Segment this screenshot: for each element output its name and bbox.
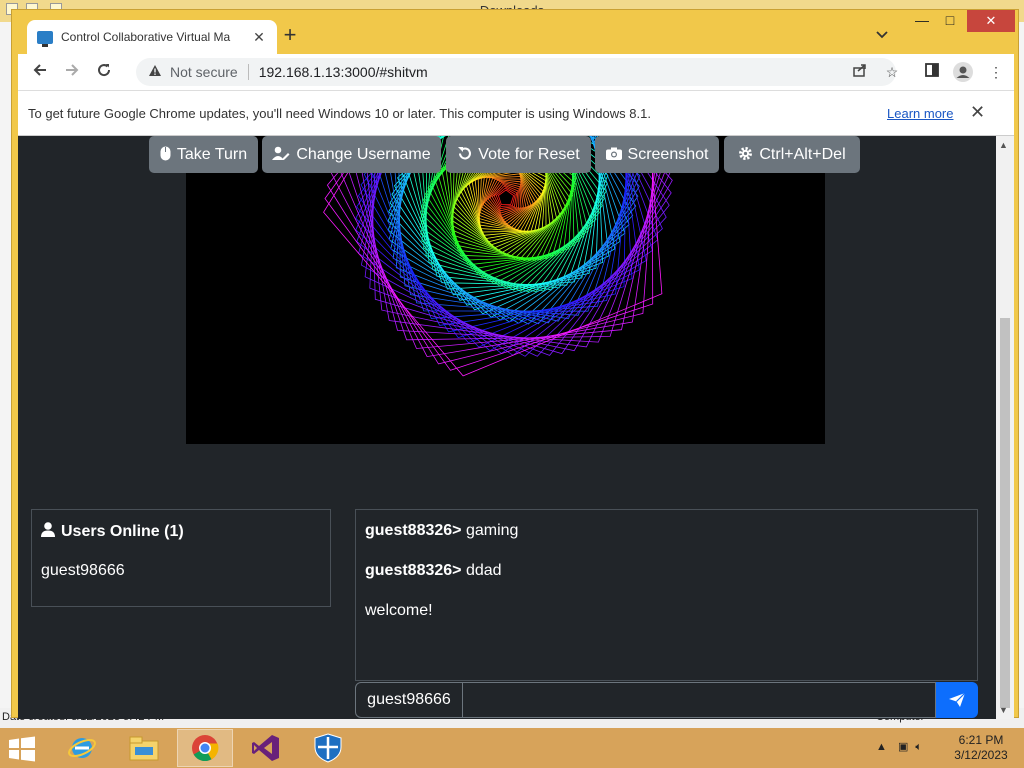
minimize-button[interactable]: — — [908, 12, 936, 28]
browser-tab[interactable]: Control Collaborative Virtual Ma ✕ — [27, 20, 277, 54]
file-explorer-icon[interactable] — [116, 729, 172, 767]
camera-icon — [605, 147, 622, 163]
chat-message: guest88326> gaming — [365, 522, 518, 540]
chat-message: guest88326> ddad — [365, 562, 502, 580]
ctrl-alt-del-label: Ctrl+Alt+Del — [759, 145, 846, 163]
tab-strip: Control Collaborative Virtual Ma ✕ + — □… — [12, 10, 1018, 54]
star-icon[interactable]: ☆ — [882, 62, 902, 82]
taskbar-clock[interactable]: 6:21 PM 3/12/2023 — [946, 733, 1016, 763]
maximize-button[interactable]: □ — [936, 12, 964, 28]
chat-username-label: guest98666 — [355, 682, 463, 718]
mouse-icon — [160, 146, 171, 164]
scroll-down-icon[interactable]: ▼ — [999, 705, 1008, 715]
take-turn-button[interactable]: Take Turn — [149, 136, 258, 173]
chrome-window: Control Collaborative Virtual Ma ✕ + — □… — [11, 9, 1019, 719]
new-tab-button[interactable]: + — [278, 24, 302, 48]
clock-time: 6:21 PM — [958, 733, 1004, 747]
user-edit-icon — [272, 146, 290, 164]
send-button[interactable] — [936, 682, 978, 718]
defender-icon[interactable] — [300, 729, 356, 767]
side-panel-icon[interactable] — [922, 62, 942, 82]
internet-explorer-icon[interactable] — [54, 729, 110, 767]
omnibox-divider — [247, 64, 249, 80]
user-list-item[interactable]: guest98666 — [41, 562, 125, 580]
monitor-icon — [37, 30, 53, 47]
ctrl-alt-del-button[interactable]: Ctrl+Alt+Del — [724, 136, 860, 173]
windows-start-button[interactable] — [8, 736, 40, 762]
users-online-header: Users Online (1) — [41, 522, 184, 542]
vote-reset-label: Vote for Reset — [478, 145, 580, 163]
chat-message-user: guest88326> — [365, 562, 462, 579]
visual-studio-icon[interactable] — [238, 729, 294, 767]
warning-icon — [148, 64, 162, 80]
kebab-menu-icon[interactable]: ⋮ — [986, 62, 1006, 82]
infobar-close-icon[interactable]: ✕ — [970, 102, 985, 123]
chat-message-text: ddad — [461, 562, 502, 579]
forward-button[interactable] — [60, 60, 84, 84]
security-label: Not secure — [170, 64, 238, 80]
profile-avatar-icon[interactable] — [953, 62, 973, 82]
chat-message-user: guest88326> — [365, 522, 462, 539]
users-online-title: Users Online (1) — [61, 523, 184, 540]
page-content: Take Turn Change Username Vote for Reset… — [18, 136, 996, 719]
address-bar[interactable]: Not secure 192.168.1.13:3000/#shitvm — [136, 58, 896, 86]
rotate-left-icon — [457, 146, 472, 164]
chat-message-text: welcome! — [365, 602, 433, 619]
browser-toolbar: Not secure 192.168.1.13:3000/#shitvm ☆ ⋮ — [18, 54, 1014, 90]
network-icon[interactable]: ▣ — [898, 741, 908, 753]
arrow-right-icon — [66, 64, 79, 76]
chat-log: guest88326> gaming guest88326> ddad welc… — [355, 509, 978, 681]
reload-button[interactable] — [92, 60, 116, 84]
arrow-left-icon — [33, 64, 46, 76]
chat-input-group: guest98666 — [355, 682, 978, 719]
send-icon — [949, 692, 966, 707]
tab-title: Control Collaborative Virtual Ma — [61, 30, 231, 44]
users-online-panel: Users Online (1) guest98666 — [31, 509, 331, 607]
vm-display[interactable] — [186, 136, 825, 444]
chat-message: welcome! — [365, 602, 433, 620]
infobar-message: To get future Google Chrome updates, you… — [28, 106, 651, 121]
tab-close-icon[interactable]: ✕ — [251, 29, 267, 46]
url-text[interactable]: 192.168.1.13:3000/#shitvm — [259, 64, 428, 80]
clock-date: 3/12/2023 — [954, 748, 1008, 762]
take-turn-label: Take Turn — [176, 145, 248, 163]
change-username-button[interactable]: Change Username — [262, 136, 441, 173]
scrollbar-thumb[interactable] — [1000, 318, 1010, 708]
reload-icon — [98, 64, 111, 77]
update-infobar: To get future Google Chrome updates, you… — [18, 90, 1014, 136]
chat-input[interactable] — [462, 682, 936, 718]
window-close-button[interactable]: ✕ — [967, 10, 1015, 32]
share-icon[interactable] — [850, 62, 870, 82]
vote-reset-button[interactable]: Vote for Reset — [446, 136, 591, 173]
screenshot-label: Screenshot — [627, 145, 709, 163]
volume-icon[interactable]: 🔈︎ — [915, 741, 922, 753]
chat-message-text: gaming — [461, 522, 519, 539]
screenshot-button[interactable]: Screenshot — [595, 136, 719, 173]
back-button[interactable] — [28, 60, 52, 84]
page-scrollbar[interactable]: ▲ ▼ — [996, 136, 1014, 719]
learn-more-link[interactable]: Learn more — [887, 106, 953, 121]
windows-taskbar: ▲ ▣ 🔈︎ 6:21 PM 3/12/2023 — [0, 728, 1024, 768]
gear-icon — [738, 146, 753, 164]
chrome-icon[interactable] — [177, 729, 233, 767]
tray-expand-icon[interactable]: ▲ — [876, 741, 887, 753]
user-icon — [41, 522, 55, 542]
system-tray: ▲ ▣ 🔈︎ — [876, 740, 922, 754]
chevron-down-icon[interactable] — [876, 28, 888, 42]
scroll-up-icon[interactable]: ▲ — [999, 140, 1008, 150]
vm-spiral-artwork — [323, 136, 673, 377]
change-username-label: Change Username — [296, 145, 431, 163]
